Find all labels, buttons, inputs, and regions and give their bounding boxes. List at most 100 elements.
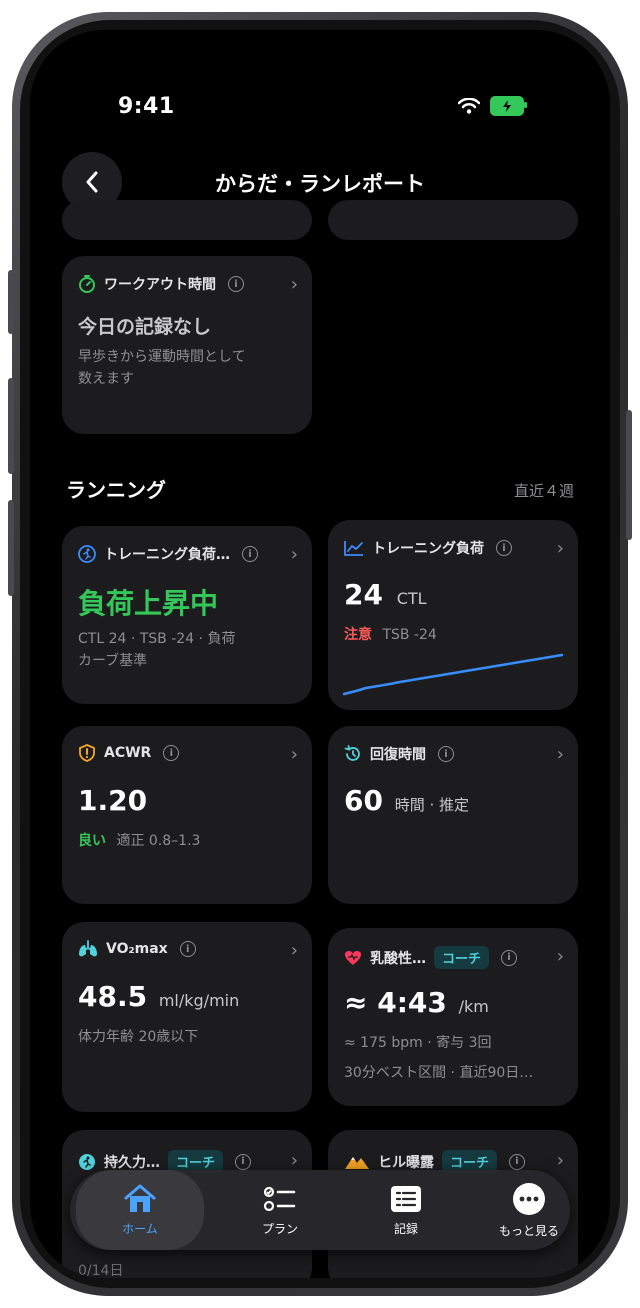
chevron-right-icon: › <box>556 538 564 559</box>
info-icon[interactable]: i <box>501 949 518 966</box>
vo2-unit: ml/kg/min <box>158 991 240 1010</box>
acwr-value: 1.20 <box>78 784 148 817</box>
lactate-value-row: ≈ 4:43 /km <box>344 986 489 1019</box>
training-load-note: 注意 TSB -24 <box>344 624 562 646</box>
vo2max-card[interactable]: VO₂max i › 48.5 ml/kg/min 体力年齢 20歳以下 <box>62 922 312 1112</box>
tab-bar: ホーム プラン 記録 もっと見る <box>70 1170 570 1250</box>
tab-label-more: もっと見る <box>498 1223 559 1238</box>
chevron-right-icon: › <box>290 544 298 565</box>
acwr-title: ACWR <box>104 745 152 761</box>
chevron-right-icon: › <box>556 744 564 765</box>
training-load-title: トレーニング負荷 <box>372 541 484 557</box>
acwr-note: 良い 適正 0.8–1.3 <box>78 830 296 852</box>
training-status-value: 負荷上昇中 <box>78 587 219 620</box>
tab-plan[interactable]: プラン <box>230 1170 330 1250</box>
runner-icon <box>79 1153 95 1170</box>
trend-chart-icon <box>344 541 363 556</box>
workout-time-card[interactable]: ワークアウト時間 i › 今日の記録なし 早歩きから運動時間として 数えます <box>62 256 312 434</box>
acwr-card[interactable]: ACWR i › 1.20 良い 適正 0.8–1.3 <box>62 726 312 904</box>
page-title: からだ・ランレポート <box>215 172 425 196</box>
endurance-title: 持久力… <box>104 1154 160 1171</box>
mountain-icon <box>345 1156 369 1169</box>
more-icon <box>513 1182 545 1215</box>
training-load-value: 24 CTL <box>344 578 427 611</box>
partial-card-right[interactable] <box>328 200 578 240</box>
training-load-status-card[interactable]: トレーニング負荷… i › 負荷上昇中 CTL 24 · TSB -24 · 負… <box>62 526 312 704</box>
wifi-icon <box>458 98 480 114</box>
vo2-value-row: 48.5 ml/kg/min <box>78 980 239 1013</box>
warning-label: 注意 <box>344 627 372 643</box>
chevron-right-icon: › <box>290 744 298 765</box>
lactate-value: ≈ 4:43 <box>344 986 447 1019</box>
tab-home[interactable]: ホーム <box>76 1170 204 1250</box>
vo2-value: 48.5 <box>78 980 148 1013</box>
lungs-icon <box>79 940 97 957</box>
chevron-right-icon: › <box>290 940 298 961</box>
recovery-value: 60 時間 · 推定 <box>344 784 469 817</box>
tab-more[interactable]: もっと見る <box>474 1170 584 1250</box>
lactate-desc-1: ≈ 175 bpm · 寄与 3回 <box>344 1035 492 1051</box>
lactate-desc-2: 30分ベスト区間 · 直近90日… <box>344 1065 534 1081</box>
shield-alert-icon <box>79 744 95 762</box>
info-icon[interactable]: i <box>242 546 258 562</box>
ctl-sparkline <box>342 653 564 696</box>
hill-title: ヒル曝露 <box>378 1154 434 1171</box>
side-button-left <box>8 500 14 596</box>
recovery-time-card[interactable]: 回復時間 i › 60 時間 · 推定 <box>328 726 578 904</box>
workout-value: 今日の記録なし <box>78 316 212 338</box>
recovery-hours: 60 <box>344 784 383 817</box>
volume-down-button <box>8 378 14 474</box>
training-status-title: トレーニング負荷… <box>104 547 230 563</box>
info-icon[interactable]: i <box>235 1153 252 1170</box>
training-load-card[interactable]: トレーニング負荷 i › 24 CTL 注意 TSB -24 <box>328 520 578 710</box>
info-icon[interactable]: i <box>509 1153 526 1170</box>
home-icon <box>124 1184 156 1212</box>
tab-label-home: ホーム <box>122 1221 158 1236</box>
tsb-value: TSB -24 <box>382 627 437 643</box>
volume-up-button <box>8 270 14 334</box>
coach-badge: コーチ <box>434 946 490 969</box>
tab-records[interactable]: 記録 <box>356 1170 456 1250</box>
lactate-threshold-card[interactable]: 乳酸性… コーチ i › ≈ 4:43 /km ≈ 175 bpm · 寄与 3… <box>328 928 578 1106</box>
tab-label-records: 記録 <box>393 1221 418 1236</box>
runner-icon <box>78 545 96 563</box>
info-icon[interactable]: i <box>228 276 244 292</box>
section-range: 直近４週 <box>513 482 574 500</box>
timer-icon <box>79 275 95 293</box>
info-icon[interactable]: i <box>179 941 196 957</box>
recovery-title: 回復時間 <box>370 747 426 763</box>
chevron-right-icon: › <box>556 1150 564 1171</box>
screen: 9:41 からだ・ランレポート ワークアウト時間 i › 今日の記録なし 早歩き… <box>30 30 610 1278</box>
list-box-icon <box>391 1185 421 1212</box>
lactate-unit: /km <box>458 997 489 1016</box>
chevron-right-icon: › <box>290 274 298 295</box>
info-icon[interactable]: i <box>163 745 180 761</box>
ctl-value: 24 <box>344 578 383 611</box>
workout-desc-2: 数えます <box>78 371 134 387</box>
status-time: 9:41 <box>118 94 175 119</box>
history-clock-icon <box>344 745 360 761</box>
vo2-title: VO₂max <box>106 941 168 957</box>
info-icon[interactable]: i <box>496 540 512 556</box>
endurance-footnote: 0/14日 <box>78 1263 124 1278</box>
lactate-title: 乳酸性… <box>370 950 426 967</box>
power-button <box>626 410 632 540</box>
recovery-unit: 時間 · 推定 <box>394 796 470 814</box>
chevron-right-icon: › <box>290 1150 298 1171</box>
battery-icon <box>490 96 527 116</box>
heart-pulse-icon <box>345 950 361 965</box>
checklist-icon <box>263 1186 296 1211</box>
workout-title: ワークアウト時間 <box>104 277 216 293</box>
vo2-desc: 体力年齢 20歳以下 <box>78 1029 199 1045</box>
acwr-status: 良い <box>78 833 106 849</box>
section-title: ランニング <box>66 478 166 502</box>
training-status-desc-2: カーブ基準 <box>78 653 148 669</box>
chevron-right-icon: › <box>556 946 564 967</box>
tab-label-plan: プラン <box>261 1221 298 1236</box>
training-status-desc-1: CTL 24 · TSB -24 · 負荷 <box>78 631 236 647</box>
ctl-unit: CTL <box>396 589 427 608</box>
workout-desc-1: 早歩きから運動時間として <box>78 349 246 365</box>
partial-card-left[interactable] <box>62 200 312 240</box>
acwr-desc: 適正 0.8–1.3 <box>116 833 201 849</box>
info-icon[interactable]: i <box>438 746 454 762</box>
